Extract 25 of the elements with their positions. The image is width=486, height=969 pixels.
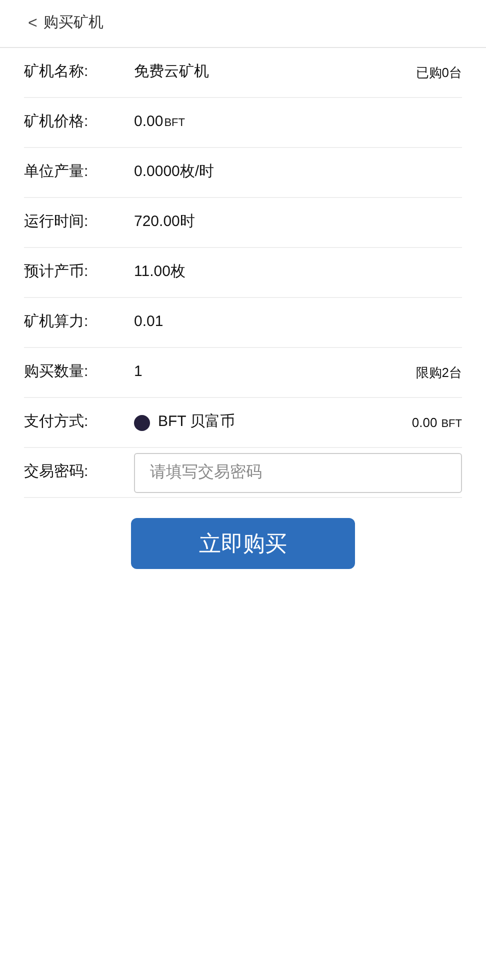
field-label: 交易密码:	[24, 462, 90, 482]
field-label: 购买数量:	[24, 362, 90, 382]
field-note: 0.00 BFT	[412, 414, 462, 432]
field-label: 支付方式:	[24, 412, 90, 432]
field-label: 矿机价格:	[24, 112, 90, 132]
field-label: 运行时间:	[24, 212, 90, 232]
page-title: 购买矿机	[43, 13, 104, 34]
field-value: 0.0000枚/时	[134, 162, 214, 182]
field-note: 限购2台	[416, 364, 462, 382]
field-value: 1	[134, 362, 142, 382]
field-value: 免费云矿机	[134, 62, 209, 82]
field-label: 预计产币:	[24, 262, 90, 282]
coin-icon	[134, 414, 150, 430]
field-value: 0.01	[134, 312, 164, 332]
buy-now-button[interactable]: 立即购买	[131, 518, 355, 569]
field-label: 矿机名称:	[24, 62, 90, 82]
back-button[interactable]: <	[28, 16, 38, 32]
field-label: 矿机算力:	[24, 312, 90, 332]
field-note: 已购0台	[416, 64, 462, 82]
field-value: 720.00时	[134, 212, 195, 232]
field-label: 单位产量:	[24, 162, 90, 182]
coin-name: BFT 贝富币	[158, 412, 236, 432]
password-field[interactable]: 请填写交易密码	[134, 452, 462, 492]
field-value: 0.00BFT	[134, 112, 185, 132]
field-value: 11.00枚	[134, 262, 186, 282]
